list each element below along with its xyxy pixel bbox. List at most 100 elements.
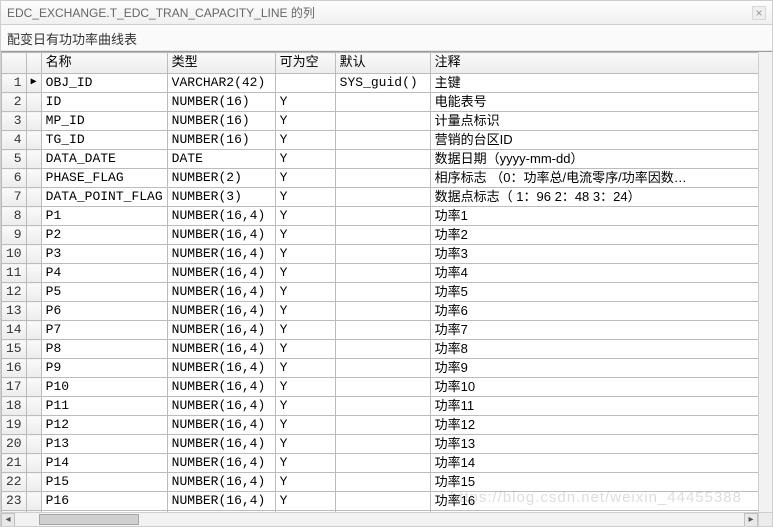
cell-type[interactable]: NUMBER(16,4) (167, 397, 275, 416)
row-number[interactable]: 7 (2, 188, 27, 207)
horizontal-scrollbar[interactable]: ◂ ▸ (1, 512, 758, 526)
row-marker[interactable] (26, 169, 41, 188)
cell-type[interactable]: NUMBER(16,4) (167, 207, 275, 226)
cell-nullable[interactable]: Y (275, 321, 335, 340)
row-number[interactable]: 17 (2, 378, 27, 397)
row-marker[interactable] (26, 473, 41, 492)
cell-default[interactable] (335, 93, 430, 112)
cell-name[interactable]: P3 (41, 245, 167, 264)
cell-type[interactable]: NUMBER(16,4) (167, 473, 275, 492)
table-row[interactable]: 8P1NUMBER(16,4)Y功率1 (2, 207, 772, 226)
row-marker[interactable] (26, 435, 41, 454)
cell-comment[interactable]: 营销的台区ID (430, 131, 771, 150)
cell-comment[interactable]: 主键 (430, 74, 771, 93)
row-number[interactable]: 22 (2, 473, 27, 492)
table-row[interactable]: 13P6NUMBER(16,4)Y功率6 (2, 302, 772, 321)
cell-name[interactable]: PHASE_FLAG (41, 169, 167, 188)
cell-comment[interactable]: 功率1 (430, 207, 771, 226)
cell-nullable[interactable]: Y (275, 397, 335, 416)
cell-nullable[interactable]: Y (275, 340, 335, 359)
row-marker[interactable] (26, 93, 41, 112)
row-marker[interactable] (26, 112, 41, 131)
cell-comment[interactable]: 功率13 (430, 435, 771, 454)
cell-nullable[interactable]: Y (275, 283, 335, 302)
row-number[interactable]: 20 (2, 435, 27, 454)
cell-comment[interactable]: 功率14 (430, 454, 771, 473)
table-row[interactable]: 18P11NUMBER(16,4)Y功率11 (2, 397, 772, 416)
cell-default[interactable] (335, 321, 430, 340)
cell-name[interactable]: P15 (41, 473, 167, 492)
cell-type[interactable]: NUMBER(16) (167, 131, 275, 150)
cell-comment[interactable]: 数据点标志（ 1：96 2：48 3：24） (430, 188, 771, 207)
row-marker[interactable] (26, 359, 41, 378)
cell-name[interactable]: DATA_POINT_FLAG (41, 188, 167, 207)
cell-comment[interactable]: 功率15 (430, 473, 771, 492)
cell-default[interactable] (335, 283, 430, 302)
scroll-thumb[interactable] (39, 514, 139, 525)
row-number[interactable]: 23 (2, 492, 27, 511)
cell-nullable[interactable]: Y (275, 93, 335, 112)
table-row[interactable]: 21P14NUMBER(16,4)Y功率14 (2, 454, 772, 473)
cell-default[interactable] (335, 131, 430, 150)
table-row[interactable]: 22P15NUMBER(16,4)Y功率15 (2, 473, 772, 492)
table-row[interactable]: 7DATA_POINT_FLAGNUMBER(3)Y数据点标志（ 1：96 2：… (2, 188, 772, 207)
cell-nullable[interactable]: Y (275, 302, 335, 321)
cell-nullable[interactable]: Y (275, 435, 335, 454)
header-type[interactable]: 类型 (167, 53, 275, 74)
cell-nullable[interactable]: Y (275, 359, 335, 378)
cell-comment[interactable]: 功率10 (430, 378, 771, 397)
cell-default[interactable]: SYS_guid() (335, 74, 430, 93)
cell-type[interactable]: NUMBER(16,4) (167, 283, 275, 302)
row-marker[interactable] (26, 302, 41, 321)
cell-name[interactable]: P16 (41, 492, 167, 511)
cell-type[interactable]: NUMBER(16,4) (167, 321, 275, 340)
table-row[interactable]: 6PHASE_FLAGNUMBER(2)Y相序标志 （0：功率总/电流零序/功率… (2, 169, 772, 188)
cell-comment[interactable]: 功率2 (430, 226, 771, 245)
cell-comment[interactable]: 功率6 (430, 302, 771, 321)
cell-comment[interactable]: 数据日期（yyyy-mm-dd） (430, 150, 771, 169)
cell-comment[interactable]: 功率4 (430, 264, 771, 283)
row-marker[interactable] (26, 340, 41, 359)
cell-default[interactable] (335, 207, 430, 226)
table-row[interactable]: 9P2NUMBER(16,4)Y功率2 (2, 226, 772, 245)
row-number[interactable]: 16 (2, 359, 27, 378)
cell-nullable[interactable]: Y (275, 492, 335, 511)
row-marker[interactable] (26, 397, 41, 416)
cell-type[interactable]: DATE (167, 150, 275, 169)
row-marker[interactable] (26, 321, 41, 340)
cell-name[interactable]: P6 (41, 302, 167, 321)
cell-type[interactable]: VARCHAR2(42) (167, 74, 275, 93)
row-marker[interactable] (26, 131, 41, 150)
cell-nullable[interactable]: Y (275, 378, 335, 397)
cell-default[interactable] (335, 359, 430, 378)
cell-comment[interactable]: 电能表号 (430, 93, 771, 112)
row-number[interactable]: 18 (2, 397, 27, 416)
row-marker[interactable] (26, 378, 41, 397)
cell-type[interactable]: NUMBER(2) (167, 169, 275, 188)
table-row[interactable]: 4TG_IDNUMBER(16)Y营销的台区ID (2, 131, 772, 150)
row-marker[interactable] (26, 150, 41, 169)
cell-nullable[interactable]: Y (275, 416, 335, 435)
cell-comment[interactable]: 计量点标识 (430, 112, 771, 131)
header-rownum[interactable] (2, 53, 27, 74)
cell-name[interactable]: P2 (41, 226, 167, 245)
cell-type[interactable]: NUMBER(16) (167, 112, 275, 131)
row-number[interactable]: 14 (2, 321, 27, 340)
header-rowmark[interactable] (26, 53, 41, 74)
table-row[interactable]: 10P3NUMBER(16,4)Y功率3 (2, 245, 772, 264)
cell-nullable[interactable]: Y (275, 150, 335, 169)
cell-name[interactable]: P5 (41, 283, 167, 302)
row-marker[interactable] (26, 492, 41, 511)
row-marker[interactable] (26, 207, 41, 226)
cell-nullable[interactable]: Y (275, 188, 335, 207)
row-marker[interactable] (26, 245, 41, 264)
cell-default[interactable] (335, 169, 430, 188)
cell-default[interactable] (335, 245, 430, 264)
cell-default[interactable] (335, 416, 430, 435)
table-row[interactable]: 5DATA_DATEDATEY数据日期（yyyy-mm-dd） (2, 150, 772, 169)
row-number[interactable]: 4 (2, 131, 27, 150)
vertical-scrollbar[interactable] (758, 52, 772, 512)
header-comment[interactable]: 注释 (430, 53, 771, 74)
table-row[interactable]: 17P10NUMBER(16,4)Y功率10 (2, 378, 772, 397)
cell-name[interactable]: P10 (41, 378, 167, 397)
